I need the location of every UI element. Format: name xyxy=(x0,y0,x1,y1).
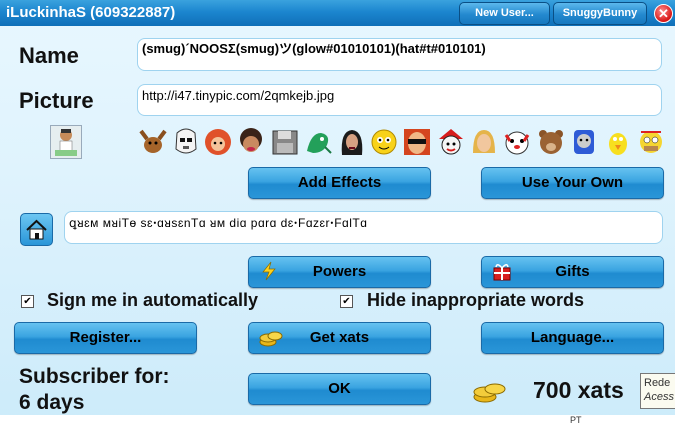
get-xats-button[interactable]: Get xats xyxy=(248,322,431,354)
xat-profile-window: iLuckinhaS (609322887) New User... Snugg… xyxy=(0,0,675,428)
sign-in-checkbox[interactable]: ✔ xyxy=(21,295,34,308)
ok-button[interactable]: OK xyxy=(248,373,431,405)
subscriber-line2: 6 days xyxy=(19,391,85,414)
avatar-moose[interactable] xyxy=(138,127,168,157)
taskbar-lang: PT xyxy=(570,415,582,425)
avatar-jester[interactable] xyxy=(436,127,466,157)
avatar-dog[interactable] xyxy=(502,127,532,157)
powers-button[interactable]: Powers xyxy=(248,256,431,288)
lightning-icon xyxy=(259,261,279,281)
avatar-dragon[interactable] xyxy=(303,127,333,157)
avatar-homer[interactable] xyxy=(636,127,666,157)
status-value: ꝗᴚɛᴍ ᴍᴚiTɵ sɛꞏɑᴚsɛnTɑ ᴚᴍ diɑ pɑrɑ dɛꞏFɑz… xyxy=(69,216,368,230)
powers-label: Powers xyxy=(312,263,367,280)
title-bar: iLuckinhaS (609322887) New User... Snugg… xyxy=(0,0,675,26)
status-field[interactable]: ꝗᴚɛᴍ ᴍᴚiTɵ sɛꞏɑᴚsɛnTɑ ᴚᴍ diɑ pɑrɑ dɛꞏFɑz… xyxy=(64,211,663,244)
tooltip-line2: Acess xyxy=(644,391,674,403)
picture-url-field[interactable]: http://i47.tinypic.com/2qmkejb.jpg xyxy=(137,84,662,116)
gift-icon xyxy=(492,262,512,282)
tooltip-line1: Rede xyxy=(644,377,671,389)
current-avatar[interactable] xyxy=(50,125,82,159)
picture-label: Picture xyxy=(19,88,94,113)
use-your-own-button[interactable]: Use Your Own xyxy=(481,167,664,199)
gifts-label: Gifts xyxy=(555,263,590,280)
hide-words-label: Hide inappropriate words xyxy=(367,290,585,310)
language-button[interactable]: Language... xyxy=(481,322,664,354)
gifts-button[interactable]: Gifts xyxy=(481,256,664,288)
avatar-bird[interactable] xyxy=(603,127,633,157)
avatar-darkhair[interactable] xyxy=(337,127,367,157)
name-label: Name xyxy=(19,43,79,68)
name-value: (smug)´NOOSΣ(smug)ツ(glow#01010101)(hat#t… xyxy=(142,41,486,56)
taskbar-strip: PT xyxy=(0,415,675,428)
sign-in-label: Sign me in automatically xyxy=(47,290,259,310)
avatar-bear[interactable] xyxy=(536,127,566,157)
picture-url-value: http://i47.tinypic.com/2qmkejb.jpg xyxy=(142,88,335,103)
xats-balance: 700 xats xyxy=(533,377,624,403)
coins-icon xyxy=(472,378,508,404)
avatar-engine[interactable] xyxy=(569,127,599,157)
network-tooltip: Rede Acess xyxy=(640,373,675,409)
new-user-button[interactable]: New User... xyxy=(459,2,550,25)
user-button[interactable]: SnuggyBunny xyxy=(553,2,647,25)
avatar-disk[interactable] xyxy=(270,127,300,157)
window-title: iLuckinhaS (609322887) xyxy=(6,4,176,21)
avatar-glasses[interactable] xyxy=(402,127,432,157)
hide-words-checkbox[interactable]: ✔ xyxy=(340,295,353,308)
register-button[interactable]: Register... xyxy=(14,322,197,354)
avatar-yellow[interactable] xyxy=(369,127,399,157)
get-xats-label: Get xats xyxy=(309,329,370,346)
home-icon[interactable] xyxy=(20,213,53,246)
subscriber-info: Subscriber for: 6 days xyxy=(19,364,170,416)
subscriber-line1: Subscriber for: xyxy=(19,365,170,388)
avatar-stormtrooper[interactable] xyxy=(171,127,201,157)
add-effects-button[interactable]: Add Effects xyxy=(248,167,431,199)
name-field[interactable]: (smug)´NOOSΣ(smug)ツ(glow#01010101)(hat#t… xyxy=(137,38,662,71)
avatar-blond[interactable] xyxy=(469,127,499,157)
close-icon[interactable]: ✕ xyxy=(654,4,673,23)
avatar-redhead[interactable] xyxy=(203,127,233,157)
avatar-girl[interactable] xyxy=(236,127,266,157)
coins-icon xyxy=(258,328,284,348)
